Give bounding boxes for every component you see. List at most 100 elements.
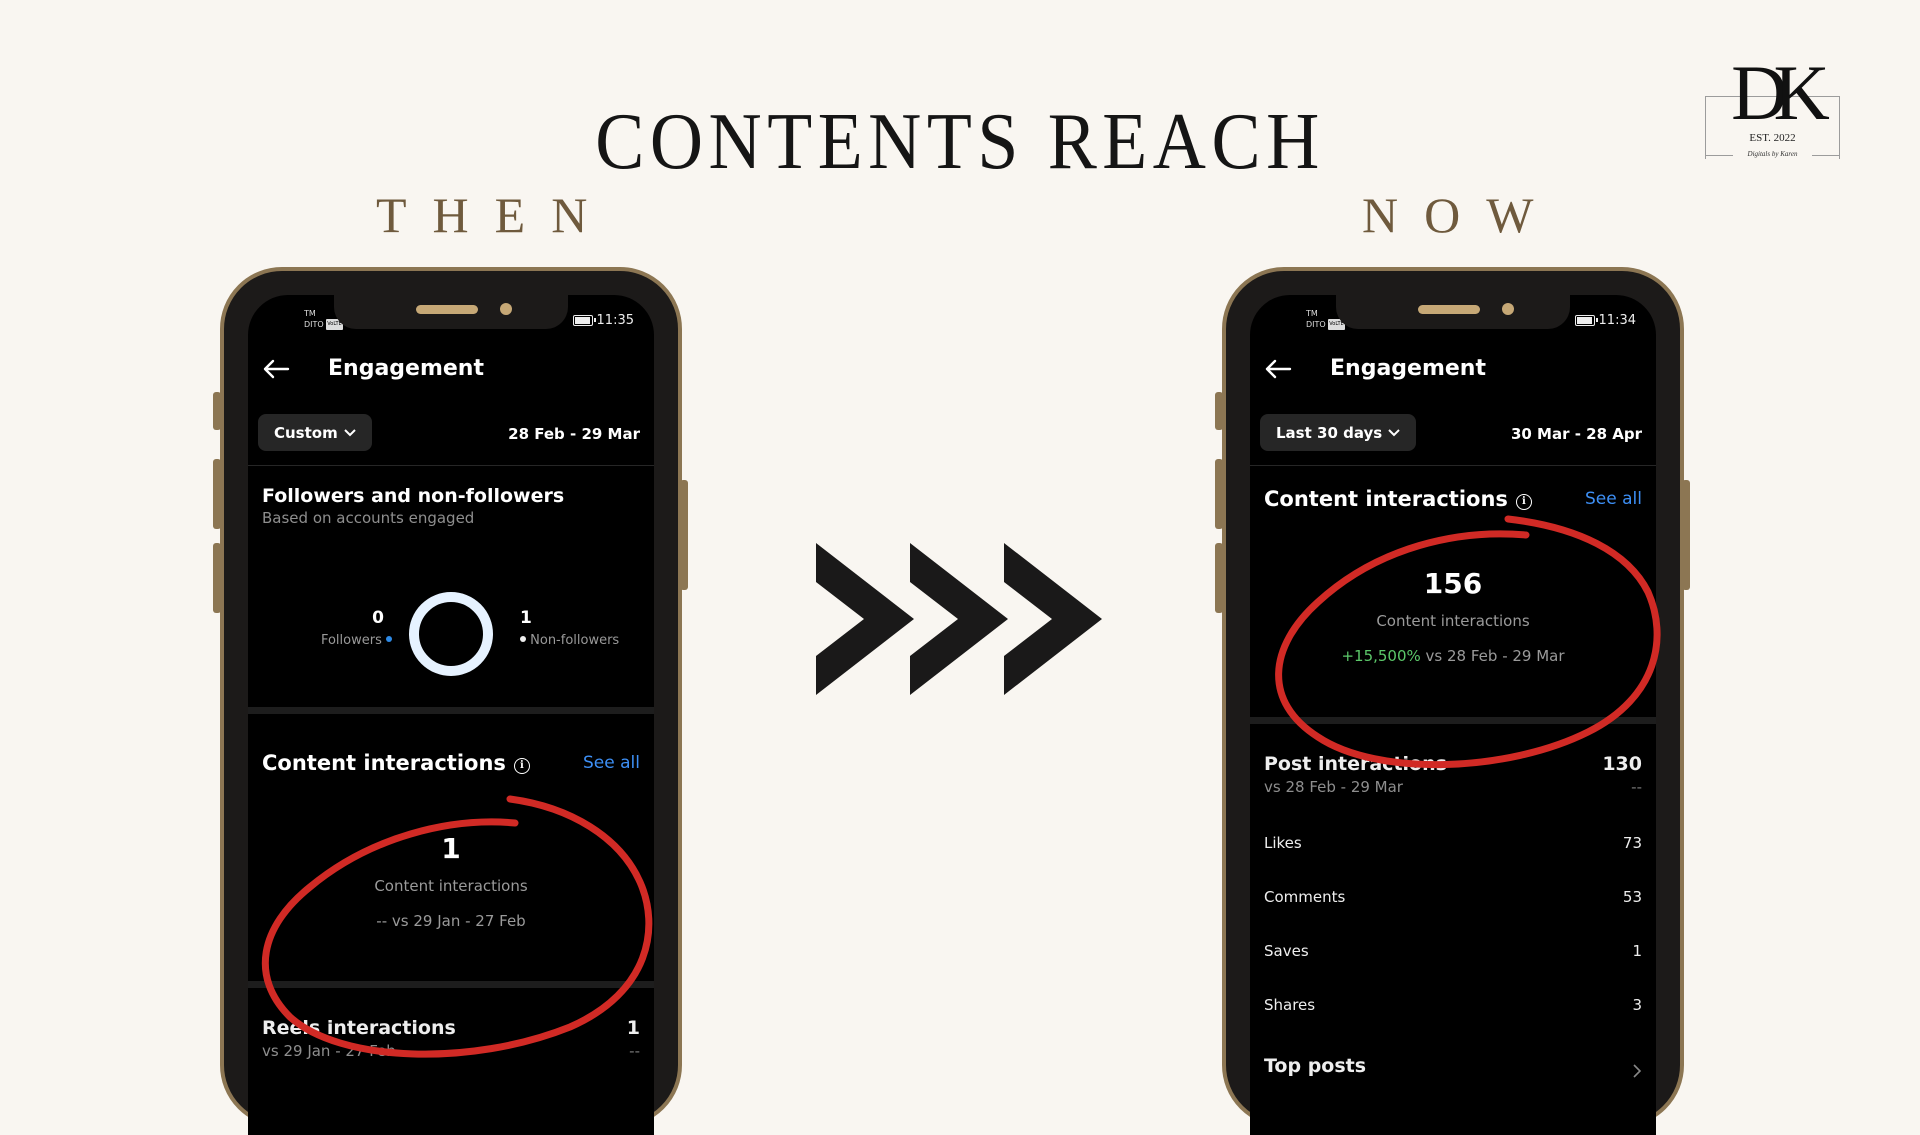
then-phone: TM DITO VoLTE 11:35 Engagement Custom 28…: [213, 267, 688, 1135]
status-bar: 11:35: [572, 313, 634, 328]
date-range-value: 28 Feb - 29 Mar: [508, 425, 640, 443]
triple-chevron-right-icon: [816, 543, 1102, 695]
followers-label: Followers: [320, 633, 382, 648]
speaker: [416, 305, 478, 314]
chevron-icon: [1004, 543, 1102, 695]
date-range-label: Last 30 days: [1276, 423, 1383, 442]
breakdown-label: Comments: [1264, 888, 1346, 906]
change-value: --: [376, 912, 388, 930]
section-separator: [248, 707, 654, 714]
page-title: Engagement: [1330, 356, 1486, 381]
phone-screen: TM DITO VoLTE 11:35 Engagement Custom 28…: [248, 295, 654, 1135]
brand-logo: DK EST. 2022 Digitals by Karen: [1705, 54, 1840, 162]
breakdown-value: 1: [1632, 942, 1642, 960]
non-followers-value: 1: [520, 608, 532, 628]
followers-section-subtitle: Based on accounts engaged: [262, 509, 475, 527]
non-followers-label: Non-followers: [530, 633, 620, 648]
now-label: NOW: [1362, 187, 1560, 243]
content-interactions-value: 1: [441, 832, 461, 865]
content-interactions-value: 156: [1423, 567, 1483, 600]
section-separator: [248, 981, 654, 988]
followers-value: 0: [372, 608, 384, 628]
non-followers-dot: [520, 636, 526, 642]
now-phone: TM DITO VoLTE 11:34 Engagement Last 30 d…: [1215, 267, 1690, 1135]
breakdown-value: 73: [1622, 834, 1642, 852]
section-separator: [1250, 717, 1656, 724]
post-interactions-value: 130: [1602, 753, 1642, 775]
phone-notch: [334, 295, 568, 329]
breakdown-label: Saves: [1264, 942, 1309, 960]
non-followers-legend: Non-followers: [520, 633, 619, 648]
reels-interactions-comparison: vs 29 Jan - 27 Feb: [262, 1042, 396, 1060]
post-interactions-comparison: vs 28 Feb - 29 Mar: [1264, 778, 1403, 796]
top-posts-title: Top posts: [1264, 1055, 1367, 1077]
date-range-value: 30 Mar - 28 Apr: [1510, 425, 1642, 443]
chevron-icon: [910, 543, 1008, 695]
post-interactions-change: --: [1631, 778, 1642, 796]
phone-notch: [1336, 295, 1570, 329]
chevron-right-icon: [1633, 1064, 1642, 1078]
phone-screen: TM DITO VoLTE 11:34 Engagement Last 30 d…: [1250, 295, 1656, 1135]
speaker: [1418, 305, 1480, 314]
app-header: Engagement: [1250, 350, 1656, 390]
date-range-label: Custom: [274, 423, 338, 442]
clock: 11:35: [596, 313, 634, 328]
comparison-period: vs 28 Feb - 29 Mar: [1425, 647, 1565, 665]
date-range-dropdown[interactable]: Custom: [258, 414, 372, 451]
divider: [248, 465, 654, 466]
battery-icon: [572, 315, 596, 326]
donut-non-followers-arc: [409, 592, 493, 676]
logo-tagline: Digitals by Karen: [1747, 150, 1798, 158]
content-interactions-title: Content interactions i: [1264, 487, 1532, 511]
content-interactions-title: Content interactions i: [262, 751, 530, 775]
then-label: THEN: [376, 187, 614, 243]
breakdown-value: 3: [1632, 996, 1642, 1014]
page-title: Engagement: [328, 356, 484, 381]
see-all-link[interactable]: See all: [583, 753, 640, 773]
post-interactions-row[interactable]: Post interactions 130: [1264, 753, 1642, 775]
content-interactions-comparison: +15,500% vs 28 Feb - 29 Mar: [1250, 647, 1656, 665]
see-all-link[interactable]: See all: [1585, 489, 1642, 509]
breakdown-value: 53: [1622, 888, 1642, 906]
carrier-bottom: DITO: [1306, 320, 1326, 329]
chevron-icon: [816, 543, 914, 695]
status-bar: 11:34: [1574, 313, 1636, 328]
camera: [1502, 303, 1514, 315]
camera: [500, 303, 512, 315]
date-range-dropdown[interactable]: Last 30 days: [1260, 414, 1417, 451]
app-header: Engagement: [248, 350, 654, 390]
comparison-period: vs 29 Jan - 27 Feb: [391, 912, 526, 930]
content-interactions-comparison: -- vs 29 Jan - 27 Feb: [248, 912, 654, 930]
followers-section-title: Followers and non-followers: [262, 485, 565, 507]
divider: [1250, 465, 1656, 466]
followers-legend: Followers: [321, 633, 392, 648]
info-icon[interactable]: i: [1515, 494, 1532, 510]
chevron-down-icon: [1388, 428, 1400, 436]
info-icon[interactable]: i: [513, 758, 530, 774]
content-interactions-title-text: Content interactions: [1264, 487, 1508, 511]
breakdown-row-comments: Comments 53: [1264, 888, 1642, 906]
clock: 11:34: [1598, 313, 1636, 328]
carrier-bottom: DITO: [304, 320, 324, 329]
breakdown-row-saves: Saves 1: [1264, 942, 1642, 960]
content-interactions-title-text: Content interactions: [262, 751, 506, 775]
breakdown-label: Shares: [1264, 996, 1316, 1014]
followers-donut-chart: [409, 592, 493, 676]
breakdown-row-shares: Shares 3: [1264, 996, 1642, 1014]
reels-interactions-value: 1: [626, 1017, 640, 1039]
breakdown-row-likes: Likes 73: [1264, 834, 1642, 852]
reels-interactions-change: --: [629, 1042, 640, 1060]
reels-interactions-row[interactable]: Reels interactions 1: [262, 1017, 640, 1039]
post-interactions-title: Post interactions: [1264, 753, 1447, 775]
arrow-left-icon[interactable]: [1264, 358, 1292, 380]
logo-monogram: DK: [1731, 49, 1830, 136]
chevron-down-icon: [344, 428, 356, 436]
arrow-left-icon[interactable]: [262, 358, 290, 380]
battery-icon: [1574, 315, 1598, 326]
followers-dot: [386, 636, 392, 642]
top-posts-row[interactable]: Top posts: [1264, 1055, 1642, 1079]
content-interactions-label: Content interactions: [374, 877, 528, 895]
reels-interactions-title: Reels interactions: [262, 1017, 456, 1039]
logo-established: EST. 2022: [1749, 132, 1796, 144]
slide-title: CONTENTS REACH: [595, 98, 1325, 186]
